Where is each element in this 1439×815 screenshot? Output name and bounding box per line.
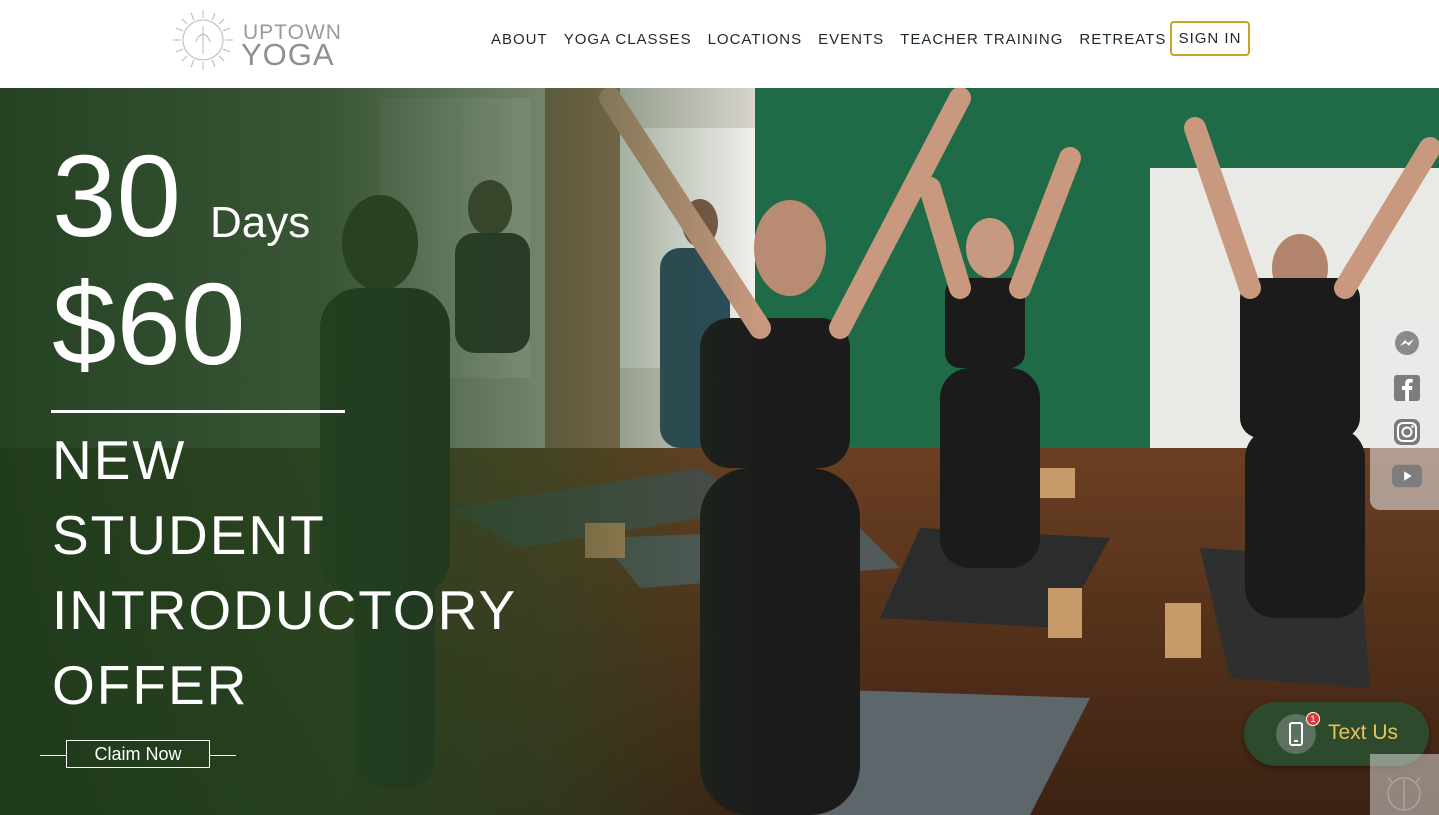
offer-line-offer: OFFER <box>52 654 249 716</box>
nav-item-locations[interactable]: LOCATIONS <box>700 30 811 50</box>
main-nav: ABOUT YOGA CLASSES LOCATIONS EVENTS TEAC… <box>483 30 1174 50</box>
offer-days-label: Days <box>210 198 311 247</box>
notification-badge: 1 <box>1306 712 1320 726</box>
nav-item-yoga-classes[interactable]: YOGA CLASSES <box>556 30 700 50</box>
offer-line-introductory: INTRODUCTORY <box>52 579 518 641</box>
nav-item-retreats[interactable]: RETREATS <box>1071 30 1174 50</box>
nav-item-teacher-training[interactable]: TEACHER TRAINING <box>892 30 1071 50</box>
sign-in-button[interactable]: SIGN IN <box>1170 21 1250 56</box>
logo-text-yoga: YOGA <box>241 37 335 72</box>
offer-line-student: STUDENT <box>52 504 326 566</box>
nav-item-events[interactable]: EVENTS <box>810 30 892 50</box>
offer-divider <box>51 410 345 413</box>
site-logo[interactable]: UPTOWN YOGA <box>171 8 341 74</box>
site-header: UPTOWN YOGA ABOUT YOGA CLASSES LOCATIONS… <box>0 0 1439 88</box>
claim-line-left <box>40 755 66 756</box>
claim-line-right <box>210 755 236 756</box>
instagram-icon[interactable] <box>1392 417 1422 447</box>
claim-now-button[interactable]: Claim Now <box>66 740 210 768</box>
social-rail <box>1370 313 1439 510</box>
offer-price: $60 <box>52 259 246 389</box>
hero-banner: 30 Days $60 NEW STUDENT INTRODUCTORY OFF… <box>0 88 1439 815</box>
claim-now-group: Claim Now <box>40 740 236 771</box>
youtube-icon[interactable] <box>1392 461 1422 491</box>
corner-logo-icon <box>1370 754 1439 815</box>
messenger-icon[interactable] <box>1392 328 1422 358</box>
offer-line-new: NEW <box>52 429 187 491</box>
sunburst-logo-icon <box>173 10 233 70</box>
text-us-label: Text Us <box>1328 721 1399 744</box>
nav-item-about[interactable]: ABOUT <box>483 30 556 50</box>
facebook-icon[interactable] <box>1392 373 1422 403</box>
offer-days-number: 30 <box>52 131 182 261</box>
